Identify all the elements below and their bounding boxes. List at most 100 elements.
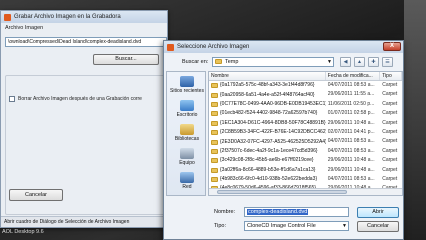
recent-places-icon <box>180 76 194 87</box>
dialog-title: Seleccione Archivo Imagen <box>177 44 250 50</box>
file-date: 04/07/2011 08:53 a... <box>327 147 375 154</box>
place-label: Equipo <box>179 160 195 166</box>
file-type: Carpet <box>382 166 398 173</box>
file-row[interactable]: {3a02ff6a-8c66-4889-b53e-ff1d6a7a1ca13} 2… <box>209 166 402 175</box>
file-date: 04/07/2011 08:53 a... <box>327 138 375 145</box>
burn-image-window: Grabar Archivo Imagen en la Grabadora Ar… <box>0 10 168 228</box>
desktop-edge <box>404 0 426 240</box>
view-menu-icon[interactable]: ☰ <box>382 57 393 67</box>
back-icon[interactable]: ◀ <box>340 57 351 67</box>
column-date[interactable]: Fecha de modifica... <box>326 72 381 80</box>
place-recent[interactable]: Sitios recientes <box>167 76 207 94</box>
file-list[interactable]: Nombre Fecha de modifica... Tipo {0a1792… <box>208 71 403 196</box>
scrollbar-thumb[interactable] <box>217 190 347 194</box>
image-file-label: Archivo Imagen <box>5 25 44 31</box>
file-row[interactable]: {0C77E78C-0499-4AA0-96DB-E0DB19453EC1} 11… <box>209 100 402 109</box>
file-type: Carpet <box>382 110 398 117</box>
file-name: {01ecb482-f524-4402-9848-72a62597b740} <box>220 110 318 117</box>
place-desktop[interactable]: Escritorio <box>167 100 207 118</box>
file-type: Carpet <box>382 128 398 135</box>
file-type: Carpet <box>382 157 398 164</box>
folder-icon <box>211 177 218 183</box>
file-name: {2E3D0A32-07FC-4297-A525-462525D5292A4} <box>220 138 326 145</box>
computer-icon <box>180 148 194 159</box>
file-type: Carpet <box>382 119 398 126</box>
file-name-cell: {0aa20958-6a51-4a4e-a52f-4f48764acf40} <box>209 90 326 99</box>
place-libraries[interactable]: Bibliotecas <box>167 124 207 142</box>
file-name: {4b983c66-6fc0-4d10-938b-52e622bedda3} <box>220 176 318 183</box>
file-name-cell: {1EC1A304-D61C-4964-8DB8-50F78C48891B} <box>209 119 326 128</box>
file-name-cell: {4b983c66-6fc0-4d10-938b-52e622bedda3} <box>209 175 326 184</box>
open-button[interactable]: Abrir <box>357 207 399 218</box>
place-computer[interactable]: Equipo <box>167 148 207 166</box>
folder-icon <box>211 101 218 107</box>
file-type: Carpet <box>382 100 398 107</box>
network-icon <box>180 172 194 183</box>
close-icon[interactable]: X <box>383 42 401 51</box>
file-type: Carpet <box>382 147 398 154</box>
chevron-down-icon: ▼ <box>342 223 347 229</box>
file-name-cell: {01ecb482-f524-4402-9848-72a62597b740} <box>209 109 326 118</box>
delete-after-burn-option[interactable]: Borrar Archivo Imagen después de una Gra… <box>9 96 142 102</box>
file-date: 11/06/2011 02:50 p... <box>327 100 375 107</box>
app-icon <box>4 13 11 21</box>
file-row[interactable]: {2f37507c-6dec-4a2f-9c1a-1ece47cd5d396} 0… <box>209 147 402 156</box>
delete-after-burn-label: Borrar Archivo Imagen después de una Gra… <box>18 96 142 102</box>
chevron-down-icon: ▼ <box>327 59 332 65</box>
file-name-cell: {2E3D0A32-07FC-4297-A525-462525D5292A4} <box>209 137 326 146</box>
file-row[interactable]: {0aa20958-6a51-4a4e-a52f-4f48764acf40} 29… <box>209 90 402 99</box>
lookin-select[interactable]: Temp ▼ <box>212 57 334 67</box>
file-date: 29/06/2011 10:48 a... <box>327 157 375 164</box>
main-cancel-button[interactable]: Cancelar <box>9 189 63 201</box>
file-row[interactable]: {0a1792a5-575c-48bf-a343-3e1f44d8f796} 04… <box>209 81 402 90</box>
file-name: {2C8B59B3-34FC-422F-B76E-14C92DBCC462} <box>220 129 326 136</box>
taskbar-aol-desktop[interactable]: AOL Desktop 9.6 <box>2 229 44 235</box>
libraries-icon <box>180 124 194 135</box>
window-titlebar[interactable]: Grabar Archivo Imagen en la Grabadora <box>1 11 167 23</box>
file-date: 04/07/2011 08:53 a... <box>327 175 375 182</box>
dialog-titlebar[interactable]: Seleccione Archivo Imagen <box>164 41 403 53</box>
dialog-app-icon <box>167 43 174 51</box>
delete-after-burn-checkbox[interactable] <box>9 96 15 102</box>
file-list-header: Nombre Fecha de modifica... Tipo <box>209 72 402 81</box>
file-date: 01/07/2011 02:58 p... <box>327 110 375 117</box>
folder-icon <box>211 92 218 98</box>
file-type: Carpet <box>382 82 398 88</box>
column-name[interactable]: Nombre <box>209 72 326 80</box>
file-type: Carpet <box>382 138 398 145</box>
file-date: 29/06/2011 10:48 a... <box>327 166 375 173</box>
up-folder-icon[interactable]: ▲ <box>354 57 365 67</box>
filename-input[interactable]: complex-deadisland.dvd <box>244 207 349 217</box>
file-name-cell: {2C8B59B3-34FC-422F-B76E-14C92DBCC462} <box>209 128 326 137</box>
file-name-cell: {3a02ff6a-8c66-4889-b53e-ff1d6a7a1ca13} <box>209 166 326 175</box>
folder-icon <box>211 148 218 154</box>
file-row[interactable]: {2E3D0A32-07FC-4297-A525-462525D5292A4} 0… <box>209 137 402 146</box>
desktop-icon <box>180 100 194 111</box>
file-name-cell: {2f37507c-6dec-4a2f-9c1a-1ece47cd5d396} <box>209 147 326 156</box>
column-type[interactable]: Tipo <box>380 72 402 80</box>
file-date: 02/07/2011 04:41 p... <box>327 128 375 135</box>
cancel-button[interactable]: Cancelar <box>357 221 399 232</box>
filename-value: complex-deadisland.dvd <box>247 209 309 215</box>
file-row[interactable]: {4b983c66-6fc0-4d10-938b-52e622bedda3} 04… <box>209 175 402 184</box>
file-name: {0a1792a5-575c-48bf-a343-3e1f44d8f796} <box>220 82 315 89</box>
place-network[interactable]: Red <box>167 172 207 190</box>
status-bar: Abrir cuadro de Diálogo de Selección de … <box>1 216 167 227</box>
folder-icon <box>211 158 218 164</box>
file-row[interactable]: {01ecb482-f524-4402-9848-72a62597b740} 01… <box>209 109 402 118</box>
file-row[interactable]: {3c429c08-2f8c-45b5-ae6b-e67ff0219cee} 29… <box>209 156 402 165</box>
file-name: {2f37507c-6dec-4a2f-9c1a-1ece47cd5d396} <box>220 147 318 154</box>
horizontal-scrollbar[interactable] <box>209 188 402 195</box>
filetype-select[interactable]: CloneCD Image Control File ▼ <box>244 221 349 231</box>
folder-icon <box>211 130 218 136</box>
filename-label: Nombre: <box>214 209 236 215</box>
file-row[interactable]: {1EC1A304-D61C-4964-8DB8-50F78C48891B} 29… <box>209 119 402 128</box>
dialog-toolbar: ◀ ▲ ✚ ☰ <box>340 57 393 67</box>
file-name-cell: {0a1792a5-575c-48bf-a343-3e1f44d8f796} <box>209 81 326 90</box>
browse-button[interactable]: Buscar... <box>93 54 159 65</box>
file-name: {1EC1A304-D61C-4964-8DB8-50F78C48891B} <box>220 119 326 126</box>
file-name: {0C77E78C-0499-4AA0-96DB-E0DB19453EC1} <box>220 100 326 107</box>
new-folder-icon[interactable]: ✚ <box>368 57 379 67</box>
image-path-input[interactable]: \ownload\Compressed\Dead Island\complex-… <box>5 37 167 47</box>
file-row[interactable]: {2C8B59B3-34FC-422F-B76E-14C92DBCC462} 02… <box>209 128 402 137</box>
